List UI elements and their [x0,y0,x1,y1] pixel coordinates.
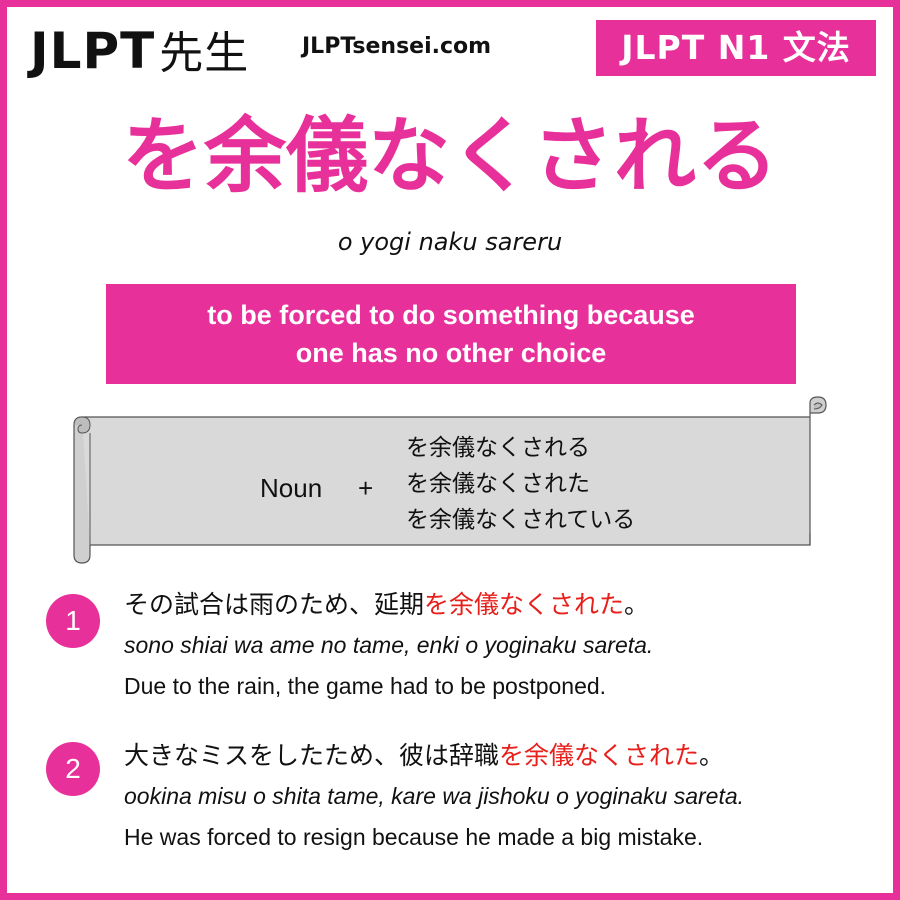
formation-plus: + [358,473,374,503]
meaning-line-2: one has no other choice [295,338,607,368]
grammar-romaji: o yogi naku sareru [337,228,563,256]
form-item: を余儀なくされている [406,507,636,533]
example-romaji: sono shiai wa ame no tame, enki o yogina… [124,632,654,658]
example-jp-highlight: を余儀なくされた [499,741,700,770]
example-1: その試合は雨のため、延期を余儀なくされた。 sono shiai wa ame … [124,585,653,707]
example-jp-end: 。 [624,590,650,619]
form-item: を余儀なくされた [406,471,590,497]
example-jp: 大きなミスをしたため、彼は辞職を余儀なくされた。 [124,736,744,776]
meaning-box: to be forced to do something because one… [106,284,796,384]
example-romaji: ookina misu o shita tame, kare wa jishok… [124,783,745,809]
example-jp-end: 。 [699,741,725,770]
logo-text: JLPT [30,22,156,80]
example-english: He was forced to resign because he made … [124,824,704,850]
example-jp-text: その試合は雨のため、延期 [124,590,425,619]
formation-forms: を余儀なくされる を余儀なくされた を余儀なくされている [406,430,635,538]
jlpt-sensei-logo: JLPT先生 [30,18,249,87]
example-jp-text: 大きなミスをしたため、彼は辞職 [124,741,500,770]
example-number-1: 1 [46,594,100,648]
grammar-title: を余儀なくされる [121,109,778,204]
form-item: を余儀なくされる [406,435,590,461]
meaning-line-1: to be forced to do something because [207,300,695,330]
level-badge: JLPT N1 文法 [596,20,876,76]
site-url: JLPTsensei.com [302,34,492,59]
logo-sensei: 先生 [159,28,250,79]
example-2: 大きなミスをしたため、彼は辞職を余儀なくされた。 ookina misu o s… [124,736,744,858]
example-english: Due to the rain, the game had to be post… [124,673,607,699]
example-jp-highlight: を余儀なくされた [424,590,625,619]
example-jp: その試合は雨のため、延期を余儀なくされた。 [124,585,653,625]
formation-noun: Noun [260,473,323,503]
example-number-2: 2 [46,742,100,796]
